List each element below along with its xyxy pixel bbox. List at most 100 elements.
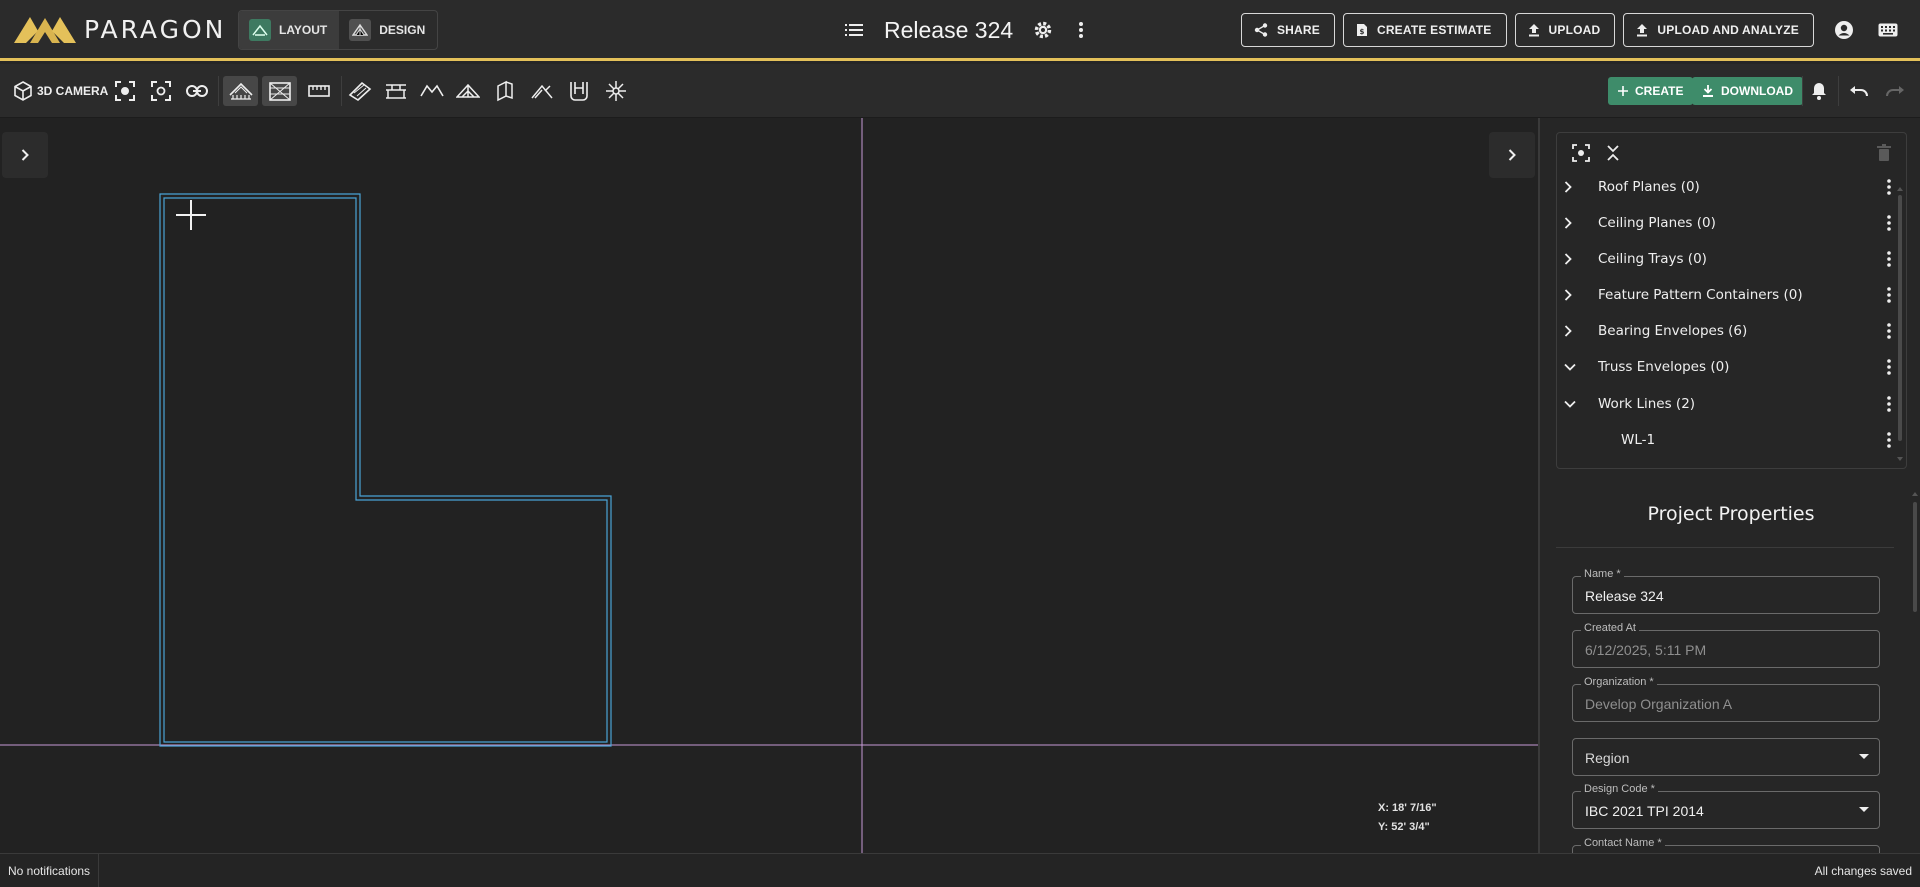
design-mode-icon [349, 19, 372, 41]
account-circle-icon[interactable] [1830, 16, 1858, 44]
contact-name-field[interactable]: Contact Name * [1572, 837, 1880, 853]
link-icon [186, 85, 208, 97]
redo-button[interactable] [1882, 76, 1908, 106]
3d-camera-button[interactable]: 3D CAMERA [14, 76, 108, 106]
tree-scrollbar[interactable] [1896, 185, 1904, 465]
created-at-label: Created At [1581, 622, 1639, 634]
undo-button[interactable] [1846, 76, 1872, 106]
zoom-to-fit-icon[interactable] [1567, 139, 1595, 167]
more-vert-icon[interactable] [1887, 215, 1891, 231]
mode-layout-button[interactable]: LAYOUT [239, 11, 340, 49]
right-panel-toggle[interactable] [1489, 132, 1535, 178]
panel-scrollbar[interactable] [1912, 490, 1918, 850]
slope-tool[interactable] [528, 76, 556, 106]
chevron-right-icon[interactable] [1564, 181, 1580, 193]
tree-item-label: Feature Pattern Containers (0) [1598, 287, 1803, 303]
more-vert-icon[interactable] [1887, 251, 1891, 267]
name-field[interactable]: Name * Release 324 [1572, 568, 1880, 614]
ceiling-tool[interactable] [382, 76, 410, 106]
truss-tool[interactable] [454, 76, 482, 106]
chevron-right-icon[interactable] [1564, 217, 1580, 229]
tree-item-label: Ceiling Trays (0) [1598, 251, 1707, 267]
design-code-value: IBC 2021 TPI 2014 [1585, 803, 1704, 819]
link-button[interactable] [183, 76, 211, 106]
toolbar-separator [218, 76, 219, 106]
tree-item-label: WL-1 [1621, 432, 1656, 448]
chevron-right-icon[interactable] [1564, 289, 1580, 301]
bell-icon [1812, 83, 1826, 100]
project-more-vert-icon[interactable] [1067, 16, 1095, 44]
keyboard-icon[interactable] [1874, 16, 1902, 44]
region-select[interactable]: Region [1572, 738, 1880, 776]
focus-all-button[interactable] [112, 76, 138, 106]
notifications-button[interactable] [1808, 76, 1830, 106]
more-vert-icon[interactable] [1887, 359, 1891, 375]
list-icon[interactable] [840, 16, 868, 44]
cursor-y-readout: Y: 52' 3/4" [1378, 821, 1430, 833]
toolbar-separator [1838, 76, 1839, 106]
tree-item-label: Bearing Envelopes (6) [1598, 323, 1748, 339]
canvas-drawing [0, 118, 1538, 853]
tree-item-bearing-envelopes[interactable]: Bearing Envelopes (6) [1557, 313, 1893, 349]
snap-tool[interactable] [602, 76, 630, 106]
more-vert-icon[interactable] [1887, 432, 1891, 448]
more-vert-icon[interactable] [1887, 396, 1891, 412]
upload-analyze-icon [1637, 24, 1648, 37]
tree-item-ceiling-trays[interactable]: Ceiling Trays (0) [1557, 241, 1893, 277]
bearing-envelope-outer [159, 193, 612, 747]
roof-plane-tool[interactable] [346, 76, 374, 106]
header-actions: SHARE $ CREATE ESTIMATE UPLOAD UPLOAD AN… [1240, 13, 1902, 47]
tree-item-roof-planes[interactable]: Roof Planes (0) [1557, 169, 1893, 205]
focus-selection-button[interactable] [148, 76, 174, 106]
tree-item-feature-pattern-containers[interactable]: Feature Pattern Containers (0) [1557, 277, 1893, 313]
chevron-right-icon[interactable] [1564, 253, 1580, 265]
chevron-right-icon[interactable] [1564, 325, 1580, 337]
roof-layout-icon [228, 82, 253, 100]
chevron-right-icon [1508, 149, 1516, 161]
wall-tool[interactable] [492, 76, 518, 106]
drawing-canvas[interactable]: X: 18' 7/16" Y: 52' 3/4" [0, 118, 1538, 853]
project-title-area: Release 324 [840, 14, 1095, 46]
paragon-logo-icon [14, 17, 76, 43]
upload-and-analyze-button[interactable]: UPLOAD AND ANALYZE [1623, 13, 1814, 47]
download-button[interactable]: DOWNLOAD [1692, 77, 1803, 105]
left-panel-toggle[interactable] [2, 132, 48, 178]
svg-text:$: $ [1359, 28, 1364, 36]
tree-item-label: Ceiling Planes (0) [1598, 215, 1716, 231]
tool-bar: 3D CAMERA CREATE DOWNLOAD [0, 64, 1920, 118]
more-vert-icon[interactable] [1887, 179, 1891, 195]
create-estimate-button[interactable]: $ CREATE ESTIMATE [1342, 13, 1507, 47]
ceiling-icon [386, 84, 406, 99]
object-tree: Roof Planes (0) Ceiling Planes (0) Ceili… [1556, 132, 1907, 469]
share-button[interactable]: SHARE [1240, 13, 1335, 47]
create-button[interactable]: CREATE [1608, 77, 1694, 105]
measure-tool[interactable] [305, 76, 333, 106]
chevron-down-icon[interactable] [1564, 363, 1580, 371]
tree-item-ceiling-planes[interactable]: Ceiling Planes (0) [1557, 205, 1893, 241]
paragon-logo[interactable]: PARAGON [14, 13, 226, 45]
truss-icon [456, 83, 480, 98]
download-label: DOWNLOAD [1721, 84, 1793, 98]
chevron-down-icon[interactable] [1564, 400, 1580, 408]
upload-button[interactable]: UPLOAD [1514, 13, 1616, 47]
tree-item-work-lines[interactable]: Work Lines (2) [1557, 386, 1893, 422]
organization-label: Organization * [1581, 676, 1657, 688]
floor-plan-tool[interactable] [262, 76, 297, 106]
collapse-all-icon[interactable] [1599, 139, 1627, 167]
mode-layout-label: LAYOUT [279, 23, 328, 37]
tree-item-truss-envelopes[interactable]: Truss Envelopes (0) [1557, 349, 1893, 385]
roof-layout-tool[interactable] [223, 76, 258, 106]
mode-design-button[interactable]: DESIGN [339, 11, 437, 49]
tray-tool[interactable] [418, 76, 446, 106]
design-code-select[interactable]: Design Code * IBC 2021 TPI 2014 [1572, 783, 1880, 829]
hanger-tool[interactable] [566, 76, 592, 106]
roof-plane-icon [348, 81, 372, 101]
more-vert-icon[interactable] [1887, 323, 1891, 339]
more-vert-icon[interactable] [1887, 287, 1891, 303]
settings-gear-icon[interactable] [1029, 16, 1057, 44]
bearing-envelope-inner [163, 197, 608, 743]
created-at-value: 6/12/2025, 5:11 PM [1585, 642, 1707, 658]
delete-icon[interactable] [1870, 139, 1898, 167]
create-estimate-label: CREATE ESTIMATE [1376, 23, 1492, 37]
tree-item-wl-1[interactable]: WL-1 [1557, 422, 1893, 458]
